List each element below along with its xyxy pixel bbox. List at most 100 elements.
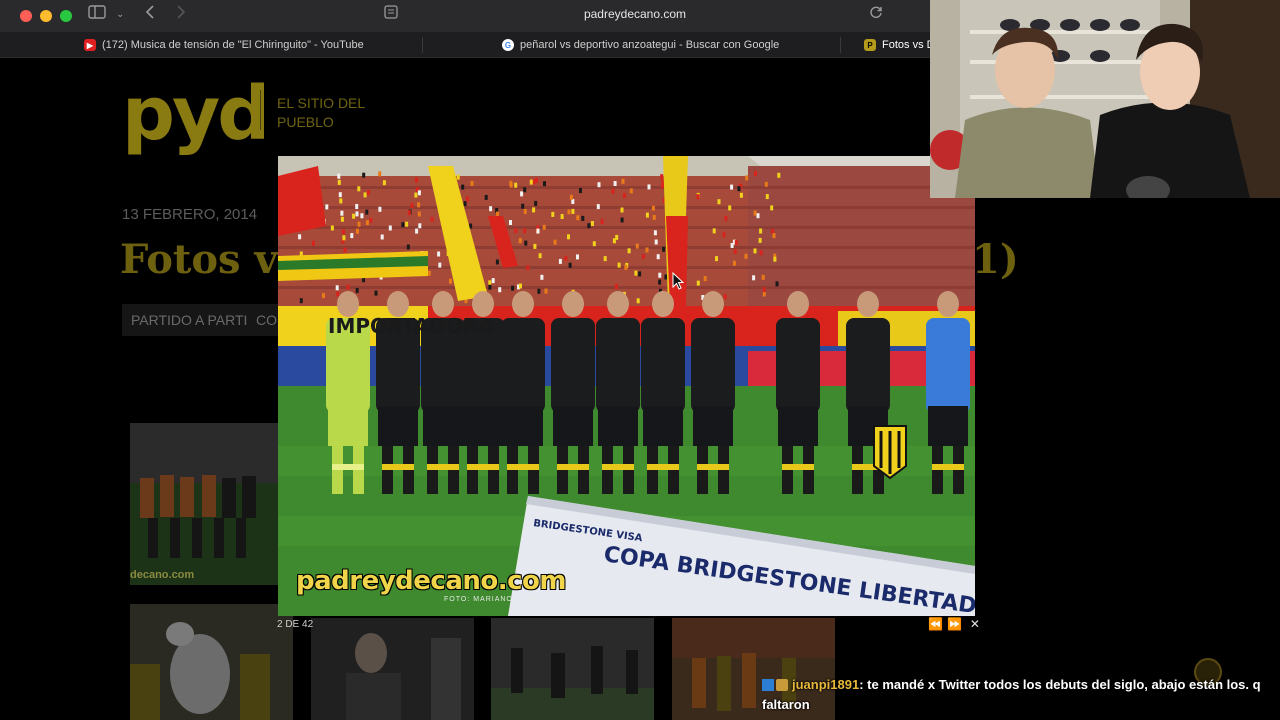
crowd-dot: [311, 240, 315, 246]
crowd-dot: [764, 181, 768, 187]
crowd-dot: [357, 221, 361, 227]
crowd-dot: [540, 274, 544, 280]
crowd-dot: [449, 278, 452, 284]
crowd-dot: [753, 210, 757, 216]
close-icon[interactable]: ✕: [970, 617, 980, 631]
crowd-dot: [299, 298, 303, 304]
back-icon[interactable]: [145, 3, 155, 27]
crowd-dot: [627, 248, 631, 254]
crowd-dot: [753, 248, 757, 254]
crowd-dot: [642, 254, 646, 260]
crowd-dot: [355, 287, 359, 293]
crowd-dot: [754, 171, 757, 177]
crowd-dot: [567, 234, 570, 240]
crowd-dot: [576, 215, 580, 221]
address-bar-url: padreydecano.com: [583, 7, 687, 21]
pyd-icon: P: [864, 39, 876, 51]
tab-google[interactable]: G peñarol vs deportivo anzoategui - Busc…: [502, 32, 832, 58]
crowd-dot: [635, 243, 639, 249]
crowd-dot: [624, 264, 628, 270]
crowd-dot: [597, 182, 601, 188]
category-chip[interactable]: COP: [248, 304, 278, 336]
crowd-dot: [544, 288, 548, 294]
crowd-dot: [430, 216, 434, 222]
gallery-thumbnail[interactable]: decano.com: [130, 423, 278, 585]
crowd-dot: [603, 256, 607, 262]
crowd-dot: [770, 205, 774, 211]
gallery-thumbnail[interactable]: [311, 618, 474, 720]
crowd-dot: [615, 284, 618, 289]
crowd-dot: [587, 223, 591, 229]
crowd-dot: [762, 287, 766, 293]
minimize-window-button[interactable]: [40, 10, 52, 22]
crowd-dot: [352, 213, 356, 219]
site-tagline: EL SITIO DEL PUEBLO: [277, 95, 365, 130]
crowd-dot: [401, 222, 405, 228]
crowd-dot: [576, 254, 579, 260]
crowd-dot: [761, 274, 765, 280]
maximize-window-button[interactable]: [60, 10, 72, 22]
reload-icon[interactable]: [870, 3, 883, 27]
prev-icon[interactable]: ⏪: [928, 617, 943, 631]
crowd-dot: [715, 256, 718, 262]
crowd-dot: [660, 174, 664, 180]
tab-padreydecano[interactable]: P Fotos vs De: [864, 32, 930, 58]
crowd-dot: [612, 238, 616, 244]
crowd-dot: [519, 283, 522, 289]
next-icon[interactable]: ⏩: [947, 617, 962, 631]
address-bar[interactable]: padreydecano.com: [380, 2, 890, 26]
mouse-cursor-icon: [672, 272, 684, 290]
sidebar-toggle-icon[interactable]: [88, 3, 106, 27]
gallery-thumbnail[interactable]: [491, 618, 654, 720]
crowd-dot: [488, 284, 492, 290]
crowd-dot: [581, 215, 585, 221]
crowd-dot: [406, 244, 410, 250]
crowd-dot: [553, 239, 557, 245]
crowd-dot: [658, 272, 662, 278]
crowd-dot: [367, 190, 370, 196]
crowd-dot: [734, 240, 738, 246]
crowd-dot: [378, 206, 382, 212]
crowd-dot: [437, 251, 441, 257]
crowd-dot: [410, 203, 414, 208]
chevron-down-icon[interactable]: ⌄: [116, 3, 124, 27]
crowd-dot: [620, 217, 624, 223]
crowd-dot: [613, 181, 617, 186]
photo-watermark: padreydecano.com: [296, 566, 567, 596]
crowd-dot: [470, 181, 474, 186]
crowd-dot: [514, 182, 518, 188]
crowd-dot: [365, 220, 369, 226]
site-logo[interactable]: pyd: [122, 76, 270, 152]
crowd-dot: [653, 230, 657, 236]
crowd-dot: [636, 298, 640, 304]
crowd-dot: [532, 179, 536, 185]
crowd-dot: [590, 221, 594, 226]
crowd-dot: [762, 291, 766, 297]
crowd-dot: [336, 291, 340, 297]
crowd-dot: [417, 211, 421, 217]
crowd-dot: [775, 281, 779, 287]
crowd-dot: [337, 179, 341, 185]
crowd-dot: [415, 228, 419, 234]
crowd-dot: [723, 294, 727, 300]
gallery-thumbnail[interactable]: [130, 604, 293, 720]
forward-icon[interactable]: [176, 3, 186, 27]
crowd-dot: [363, 192, 367, 198]
crowd-dot: [461, 184, 465, 190]
crowd-dot: [356, 228, 359, 234]
crowd-dot: [417, 190, 421, 196]
crowd-dot: [380, 234, 384, 240]
crowd-dot: [645, 212, 649, 218]
crowd-dot: [535, 177, 539, 183]
crowd-dot: [571, 208, 575, 214]
tab-youtube[interactable]: ▶ (172) Musica de tensión de "El Chiring…: [84, 32, 414, 58]
crowd-dot: [496, 211, 499, 217]
close-window-button[interactable]: [20, 10, 32, 22]
crowd-dot: [418, 223, 422, 229]
crowd-dot: [346, 284, 350, 290]
lightbox-photo[interactable]: COPA BRIDGESTONE LIBERTADORES BRIDGESTON…: [278, 156, 975, 616]
crowd-dot: [634, 270, 638, 276]
crowd-dot: [579, 188, 582, 194]
chat-username[interactable]: juanpi1891: [792, 677, 859, 692]
crowd-dot: [592, 241, 596, 247]
